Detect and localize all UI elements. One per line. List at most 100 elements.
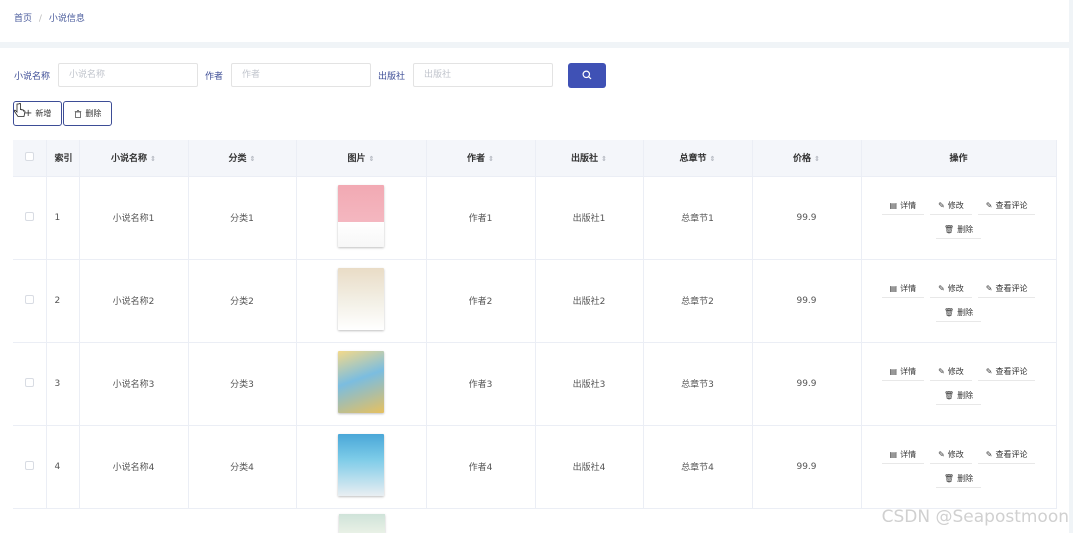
edit-label: 修改 (947, 283, 964, 293)
header-image-label: 图片 (347, 154, 366, 165)
row-ops: ▤ 详情 ✎ 修改 ✎ 查看评论 🗑 删除 (861, 342, 1057, 426)
book-cover-image (338, 351, 384, 413)
row-delete-button[interactable]: 🗑 删除 (935, 469, 982, 488)
row-publisher: 出版社3 (535, 342, 644, 426)
view-comments-button[interactable]: ✎ 查看评论 (977, 445, 1036, 464)
publisher-input[interactable] (413, 63, 554, 87)
row-image-cell (296, 259, 427, 343)
sort-icon[interactable]: ⇕ (814, 155, 820, 163)
main-panel: 小说名称 作者 出版社 + 新增 删除 索引 小说名称 (0, 48, 1069, 533)
row-select-cell[interactable] (13, 425, 47, 509)
edit-icon: ✎ (985, 366, 993, 376)
row-price: 99.9 (752, 259, 862, 343)
sort-icon[interactable]: ⇕ (488, 155, 494, 163)
edit-button[interactable]: ✎ 修改 (930, 362, 972, 381)
document-icon: ▤ (889, 200, 898, 210)
search-button[interactable] (568, 62, 607, 88)
row-select-cell[interactable] (13, 342, 47, 426)
sort-icon[interactable]: ⇕ (150, 155, 156, 163)
breadcrumb-separator: / (38, 14, 42, 24)
row-image-cell (296, 176, 427, 260)
edit-button[interactable]: ✎ 修改 (930, 279, 972, 298)
breadcrumb-home[interactable]: 首页 (14, 14, 32, 24)
edit-button[interactable]: ✎ 修改 (930, 196, 972, 215)
row-name: 小说名称3 (79, 342, 189, 426)
row-category: 分类4 (188, 425, 297, 509)
header-ops: 操作 (861, 140, 1057, 177)
novel-table: 索引 小说名称 ⇕ 分类 ⇕ 图片 ⇕ 作者 ⇕ 出版社 ⇕ 总章节 ⇕ 价格 ⇕ 操作 1 … (13, 140, 1057, 509)
detail-button[interactable]: ▤ 详情 (881, 362, 925, 381)
row-price: 99.9 (752, 342, 862, 426)
sort-icon[interactable]: ⇕ (601, 155, 607, 163)
row-publisher: 出版社1 (535, 176, 644, 260)
header-author[interactable]: 作者 ⇕ (426, 140, 536, 177)
table-row: 4 小说名称4 分类4 作者4 出版社4 总章节4 99.9 ▤ 详情 ✎ 修改 ✎… (13, 425, 1057, 509)
select-all-checkbox[interactable] (24, 151, 34, 161)
novel-name-label: 小说名称 (14, 71, 51, 82)
row-category: 分类3 (188, 342, 297, 426)
row-delete-label: 删除 (957, 390, 974, 400)
sort-icon[interactable]: ⇕ (250, 155, 256, 163)
comments-label: 查看评论 (995, 449, 1028, 459)
row-delete-button[interactable]: 🗑 删除 (935, 303, 982, 322)
header-price[interactable]: 价格 ⇕ (752, 140, 862, 177)
document-icon: ▤ (889, 366, 898, 376)
row-checkbox[interactable] (24, 460, 34, 470)
row-checkbox[interactable] (24, 211, 34, 221)
search-icon (582, 70, 592, 80)
row-index: 3 (46, 342, 80, 426)
header-category-label: 分类 (228, 154, 247, 165)
book-cover-image (338, 185, 384, 247)
table-row: 3 小说名称3 分类3 作者3 出版社3 总章节3 99.9 ▤ 详情 ✎ 修改 ✎… (13, 342, 1057, 426)
delete-button[interactable]: 删除 (63, 101, 113, 126)
detail-button[interactable]: ▤ 详情 (881, 279, 925, 298)
row-author: 作者4 (426, 425, 536, 509)
header-chapters[interactable]: 总章节 ⇕ (643, 140, 753, 177)
detail-button[interactable]: ▤ 详情 (881, 445, 925, 464)
view-comments-button[interactable]: ✎ 查看评论 (977, 196, 1036, 215)
book-cover-image (339, 514, 385, 533)
author-input[interactable] (231, 63, 372, 87)
watermark: CSDN @Seapostmoon (881, 507, 1069, 527)
edit-icon: ✎ (985, 283, 993, 293)
edit-label: 修改 (947, 366, 964, 376)
row-checkbox[interactable] (24, 377, 34, 387)
row-delete-button[interactable]: 🗑 删除 (935, 220, 982, 239)
edit-icon: ✎ (985, 200, 993, 210)
delete-button-label: 删除 (85, 109, 102, 118)
view-comments-button[interactable]: ✎ 查看评论 (977, 362, 1036, 381)
row-ops: ▤ 详情 ✎ 修改 ✎ 查看评论 🗑 删除 (861, 176, 1057, 260)
edit-icon: ✎ (938, 200, 945, 210)
document-icon: ▤ (889, 449, 898, 459)
trash-icon: 🗑 (943, 390, 955, 400)
detail-label: 详情 (900, 449, 917, 459)
header-publisher-label: 出版社 (571, 154, 599, 165)
table-header-row: 索引 小说名称 ⇕ 分类 ⇕ 图片 ⇕ 作者 ⇕ 出版社 ⇕ 总章节 ⇕ 价格 ⇕ 操作 (13, 140, 1057, 177)
document-icon: ▤ (889, 283, 898, 293)
header-image[interactable]: 图片 ⇕ (296, 140, 427, 177)
detail-button[interactable]: ▤ 详情 (881, 196, 925, 215)
search-form: 小说名称 作者 出版社 (14, 62, 607, 88)
row-delete-button[interactable]: 🗑 删除 (935, 386, 982, 405)
edit-icon: ✎ (938, 449, 945, 459)
row-select-cell[interactable] (13, 176, 47, 260)
edit-button[interactable]: ✎ 修改 (930, 445, 972, 464)
sort-icon[interactable]: ⇕ (710, 155, 716, 163)
novel-name-input[interactable] (58, 63, 199, 87)
row-checkbox[interactable] (24, 294, 34, 304)
comments-label: 查看评论 (995, 366, 1028, 376)
sort-icon[interactable]: ⇕ (369, 155, 375, 163)
row-price: 99.9 (752, 425, 862, 509)
select-all-cell[interactable] (13, 140, 47, 177)
breadcrumb-current: 小说信息 (48, 14, 85, 24)
header-name-label: 小说名称 (111, 154, 148, 165)
row-chapters: 总章节2 (643, 259, 753, 343)
view-comments-button[interactable]: ✎ 查看评论 (977, 279, 1036, 298)
breadcrumb: 首页 / 小说信息 (0, 0, 1069, 42)
header-category[interactable]: 分类 ⇕ (188, 140, 297, 177)
comments-label: 查看评论 (995, 283, 1028, 293)
row-select-cell[interactable] (13, 259, 47, 343)
header-publisher[interactable]: 出版社 ⇕ (535, 140, 644, 177)
header-name[interactable]: 小说名称 ⇕ (79, 140, 189, 177)
header-author-label: 作者 (467, 154, 486, 165)
